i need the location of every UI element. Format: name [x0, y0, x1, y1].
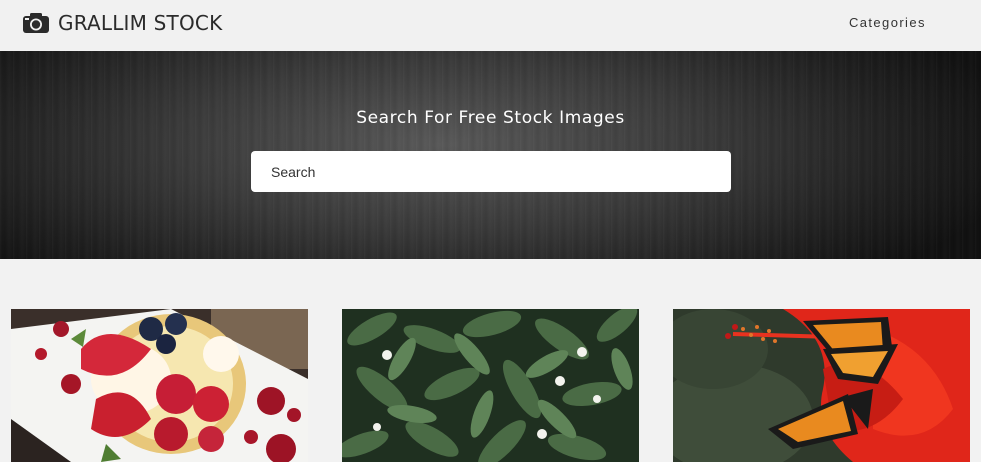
hero-banner: Search For Free Stock Images — [0, 51, 981, 259]
brand-name: GRALLIM STOCK — [58, 11, 223, 35]
nav-categories-link[interactable]: Categories — [849, 15, 926, 30]
gallery-photo-berry-tart[interactable] — [11, 309, 308, 462]
search-input[interactable] — [251, 151, 731, 192]
top-navbar: GRALLIM STOCK Categories — [0, 0, 981, 51]
green-plant-flowers-photo — [342, 309, 639, 462]
gallery-photo-green-plant[interactable] — [342, 309, 639, 462]
butterfly-red-flower-photo — [673, 309, 970, 462]
hero-title: Search For Free Stock Images — [356, 108, 625, 128]
berry-tart-photo — [11, 309, 308, 462]
brand-logo-link[interactable]: GRALLIM STOCK — [22, 10, 222, 36]
gallery-photo-butterfly[interactable] — [673, 309, 970, 462]
camera-icon — [23, 13, 49, 33]
